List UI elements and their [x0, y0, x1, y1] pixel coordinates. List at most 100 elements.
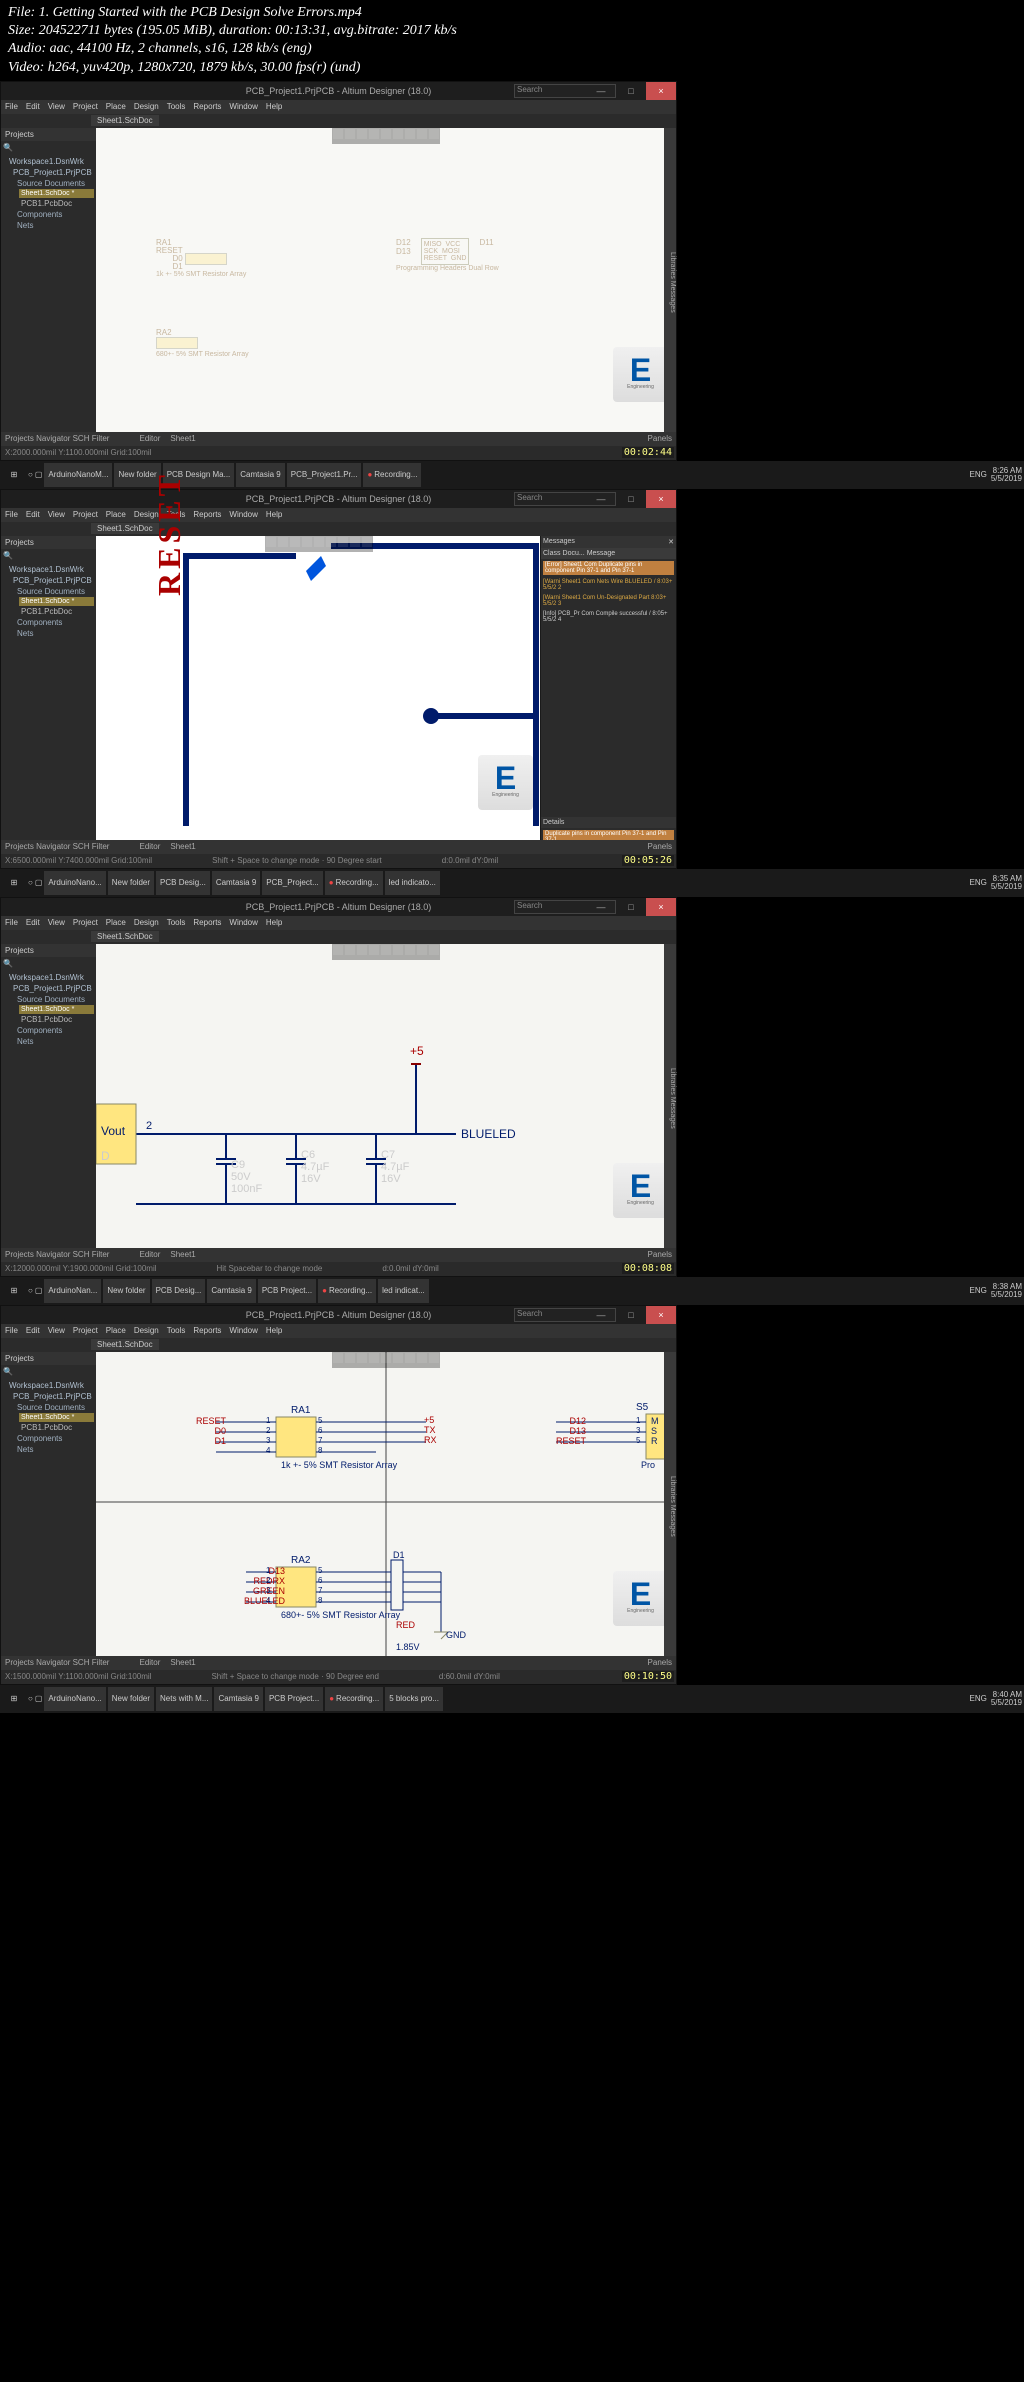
cortana-icon[interactable]: ○	[28, 470, 33, 479]
taskbar-item[interactable]: New folder	[103, 1279, 149, 1303]
taskbar-item[interactable]: PCB Project...	[258, 1279, 316, 1303]
panels-button[interactable]: Panels	[648, 434, 672, 443]
components-node[interactable]: Components	[15, 617, 94, 628]
right-panels[interactable]: Libraries Messages	[664, 128, 676, 438]
message-row[interactable]: [Error] Sheet1 Com Duplicate pins in com…	[541, 559, 676, 577]
start-button[interactable]: ⊞	[2, 1286, 26, 1295]
components-node[interactable]: Components	[15, 209, 94, 220]
menu-view[interactable]: View	[48, 510, 65, 519]
menu-tools[interactable]: Tools	[167, 102, 186, 111]
canvas-toolbar[interactable]	[265, 536, 373, 552]
pcb-node[interactable]: PCB1.PcbDoc	[19, 198, 94, 209]
taskbar-item[interactable]: ArduinoNano...	[44, 871, 105, 895]
tab-sheet[interactable]: Sheet1.SchDoc	[91, 1339, 159, 1350]
taskbar-item[interactable]: ●Recording...	[318, 1279, 376, 1303]
menu-view[interactable]: View	[48, 102, 65, 111]
tab-sheet[interactable]: Sheet1.SchDoc	[91, 523, 159, 534]
taskbar-item[interactable]: led indicato...	[385, 871, 440, 895]
menu-window[interactable]: Window	[229, 102, 257, 111]
system-tray[interactable]: ENG8:35 AM5/5/2019	[970, 875, 1022, 891]
project-node[interactable]: PCB_Project1.PrjPCB	[11, 167, 94, 178]
sources-node[interactable]: Source Documents	[15, 586, 94, 597]
close-button[interactable]: ×	[646, 490, 676, 508]
system-tray[interactable]: ENG 8:26 AM5/5/2019	[970, 467, 1022, 483]
menu-window[interactable]: Window	[229, 510, 257, 519]
taskbar-item[interactable]: ArduinoNan...	[44, 1279, 101, 1303]
schematic-canvas[interactable]: RA1 RESET D0 D1 1k +- 5% SMT Resistor Ar…	[96, 128, 676, 432]
message-row[interactable]: [Warni Sheet1 Com Un-Designated Part 8:0…	[541, 593, 676, 609]
menu-edit[interactable]: Edit	[26, 510, 40, 519]
minimize-button[interactable]: —	[586, 82, 616, 100]
taskbar-item[interactable]: Camtasia 9	[207, 1279, 255, 1303]
menu-file[interactable]: File	[5, 102, 18, 111]
taskbar-item[interactable]: ●Recording...	[325, 871, 383, 895]
message-row[interactable]: [Warni Sheet1 Com Nets Wire BLUELED / 8:…	[541, 577, 676, 593]
maximize-button[interactable]: □	[616, 490, 646, 508]
workspace-node[interactable]: Workspace1.DsnWrk	[7, 156, 94, 167]
nets-node[interactable]: Nets	[15, 628, 94, 639]
minimize-button[interactable]: —	[586, 1306, 616, 1324]
taskbar-item[interactable]: Camtasia 9	[212, 871, 260, 895]
sheet-node[interactable]: Sheet1.SchDoc *	[19, 597, 94, 606]
project-node[interactable]: PCB_Project1.PrjPCB	[11, 575, 94, 586]
nets-node[interactable]: Nets	[15, 220, 94, 231]
taskbar-item[interactable]: ArduinoNano...	[44, 1687, 105, 1711]
minimize-button[interactable]: —	[586, 898, 616, 916]
system-tray[interactable]: ENG8:40 AM5/5/2019	[970, 1691, 1022, 1707]
menu-reports[interactable]: Reports	[193, 510, 221, 519]
menu-place[interactable]: Place	[106, 510, 126, 519]
schematic-canvas[interactable]: RESET EEngineering	[96, 536, 541, 840]
taskbar-item[interactable]: PCB_Project1.Pr...	[287, 463, 362, 487]
taskbar-item[interactable]: Nets with M...	[156, 1687, 212, 1711]
close-button[interactable]: ×	[646, 898, 676, 916]
taskbar-item[interactable]: New folder	[108, 1687, 154, 1711]
taskbar-item[interactable]: Camtasia 9	[236, 463, 284, 487]
message-row[interactable]: [Info] PCB_Pr Com Compile successful / 8…	[541, 609, 676, 625]
schematic-canvas[interactable]: Vout D 2 +5 BLUELED C9 50V 100nF C6 4.7µ…	[96, 944, 676, 1248]
taskbar-item[interactable]: PCB_Project...	[262, 871, 322, 895]
taskbar-item[interactable]: 5 blocks pro...	[385, 1687, 443, 1711]
menu-help[interactable]: Help	[266, 510, 282, 519]
taskbar-item[interactable]: PCB Project...	[265, 1687, 323, 1711]
task-view-icon[interactable]: ▢	[35, 878, 43, 887]
footer-tabs[interactable]: Projects Navigator SCH Filter	[5, 434, 109, 443]
start-button[interactable]: ⊞	[2, 1694, 26, 1703]
lang-indicator[interactable]: ENG	[970, 878, 987, 887]
footer-tabs[interactable]: Projects Navigator SCH Filter	[5, 842, 109, 851]
menu-design[interactable]: Design	[134, 102, 159, 111]
task-view-icon[interactable]: ▢	[35, 470, 43, 479]
taskbar-item[interactable]: led indicat...	[378, 1279, 429, 1303]
taskbar-item[interactable]: ●Recording...	[363, 463, 421, 487]
start-button[interactable]: ⊞	[2, 470, 26, 479]
search-icon[interactable]: 🔍	[3, 143, 13, 152]
search-icon[interactable]: 🔍	[3, 551, 13, 560]
taskbar-item[interactable]: PCB Desig...	[156, 871, 210, 895]
maximize-button[interactable]: □	[616, 1306, 646, 1324]
search-icon[interactable]: 🔍	[3, 959, 13, 968]
taskbar-item[interactable]: PCB Desig...	[152, 1279, 206, 1303]
system-tray[interactable]: ENG8:38 AM5/5/2019	[970, 1283, 1022, 1299]
canvas-toolbar[interactable]	[332, 944, 440, 960]
workspace-node[interactable]: Workspace1.DsnWrk	[7, 564, 94, 575]
menu-reports[interactable]: Reports	[193, 102, 221, 111]
search-icon[interactable]: 🔍	[3, 1367, 13, 1376]
cortana-icon[interactable]: ○	[28, 878, 33, 887]
menu-help[interactable]: Help	[266, 102, 282, 111]
start-button[interactable]: ⊞	[2, 878, 26, 887]
sources-node[interactable]: Source Documents	[15, 178, 94, 189]
tab-sheet[interactable]: Sheet1.SchDoc	[91, 115, 159, 126]
menu-file[interactable]: File	[5, 510, 18, 519]
taskbar-item[interactable]: ArduinoNanoM...	[44, 463, 112, 487]
sheet-node[interactable]: Sheet1.SchDoc *	[19, 189, 94, 198]
close-button[interactable]: ×	[646, 1306, 676, 1324]
taskbar-item[interactable]: Camtasia 9	[214, 1687, 262, 1711]
menu-project[interactable]: Project	[73, 510, 98, 519]
menu-edit[interactable]: Edit	[26, 102, 40, 111]
pcb-node[interactable]: PCB1.PcbDoc	[19, 606, 94, 617]
close-button[interactable]: ×	[646, 82, 676, 100]
canvas-toolbar[interactable]	[332, 1352, 440, 1368]
panels-button[interactable]: Panels	[648, 842, 672, 851]
taskbar-item[interactable]: New folder	[108, 871, 154, 895]
schematic-canvas[interactable]: RA1 RESETD0D1 1234 5678 +5TXRX 1k +- 5% …	[96, 1352, 676, 1656]
taskbar-item[interactable]: ●Recording...	[325, 1687, 383, 1711]
